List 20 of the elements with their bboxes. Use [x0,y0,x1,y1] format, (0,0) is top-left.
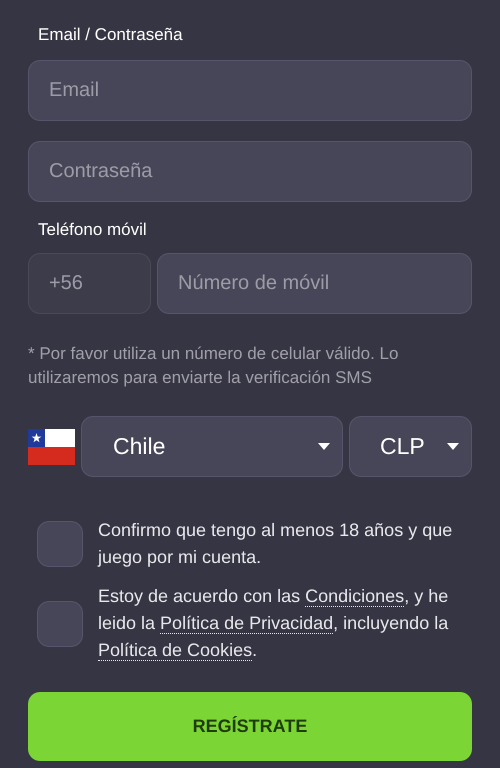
checkbox-label: Estoy de acuerdo con las Condiciones, y he leido la Política de Privacidad, incluyendo la Política de Cookies. [98,585,450,663]
country-code-field[interactable]: +56 [28,253,151,314]
field-label: Teléfono móvil [38,219,148,241]
checkbox-label: Confirmo que tengo al menos 18 años y que juego por mi cuenta. [98,519,454,569]
caret-icon [447,443,459,450]
phone-hint: * Por favor utiliza un número de celular válido. Lo utilizaremos para enviarte la verificación SMS [28,343,400,389]
country-select[interactable]: Chile [81,416,343,477]
field-label: Email / Contraseña [38,24,184,46]
register-button[interactable]: REGÍSTRATE [28,692,472,761]
currency-select[interactable]: CLP [349,416,472,477]
phone-field[interactable]: Número de móvil [157,253,472,314]
link[interactable]: Condiciones [305,586,404,607]
email-field[interactable]: Email [28,60,472,121]
checkbox[interactable] [37,600,83,646]
link[interactable]: Política de Cookies [98,640,252,661]
link[interactable]: Política de Privacidad [160,613,334,634]
caret-icon [318,443,330,450]
checkbox[interactable] [37,521,83,567]
flag-icon [28,428,75,464]
password-field[interactable]: Contraseña [28,141,472,202]
